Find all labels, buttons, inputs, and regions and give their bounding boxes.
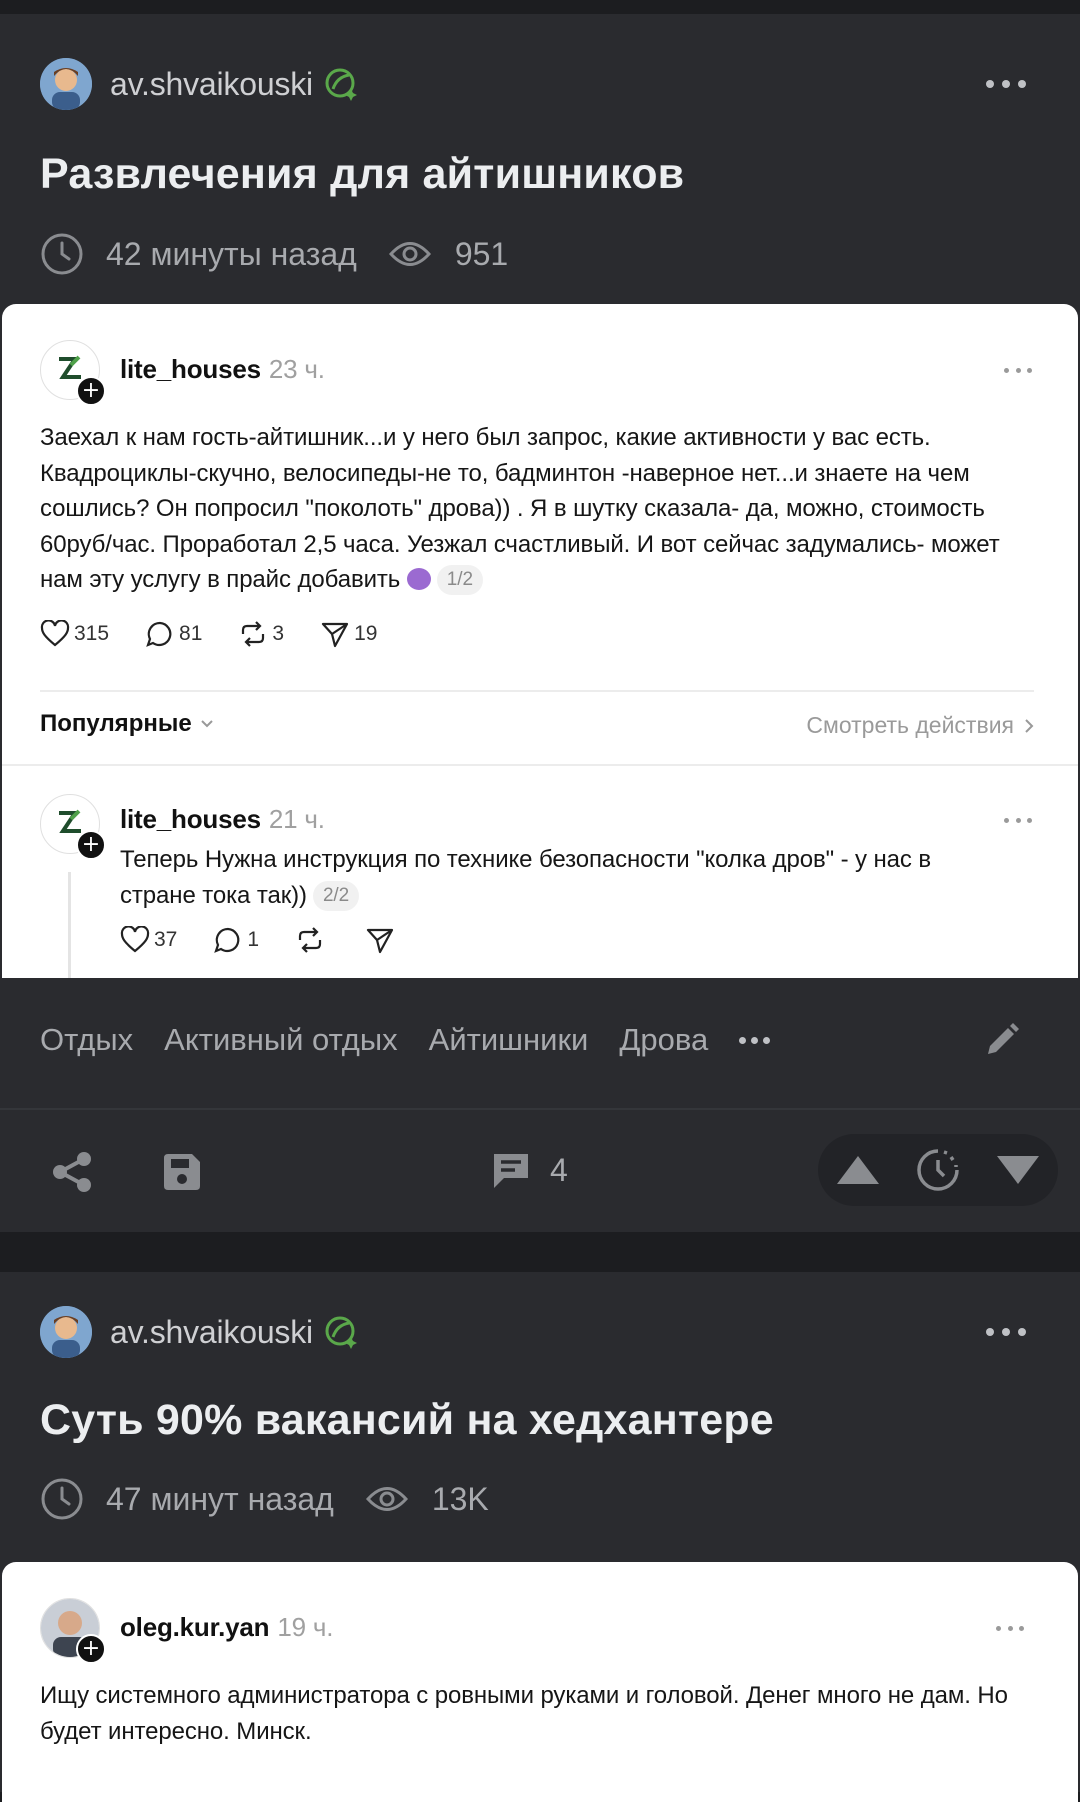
- chevron-right-icon: [1025, 718, 1034, 733]
- more-tags-button[interactable]: [739, 1036, 771, 1044]
- eye-icon: [365, 1487, 408, 1511]
- send-icon: [366, 928, 394, 954]
- post-title[interactable]: Суть 90% вакансий на хедхантере: [40, 1396, 774, 1445]
- repost-icon: [242, 621, 265, 647]
- reply-author[interactable]: lite_houses 21 ч.: [120, 804, 325, 835]
- post-time: 47 минут назад: [106, 1480, 334, 1517]
- reply-text: Теперь Нужна инструкция по технике безоп…: [120, 846, 932, 911]
- clock-icon: [41, 233, 83, 275]
- send-icon: [321, 622, 349, 648]
- divider: [40, 690, 1034, 692]
- view-actions-link[interactable]: Смотреть действия: [806, 712, 1034, 739]
- post-title[interactable]: Развлечения для айтишников: [40, 150, 684, 199]
- vote-box: [818, 1134, 1058, 1206]
- author-name[interactable]: av.shvaikouski: [110, 1314, 313, 1351]
- embed-stats: 315 81 3 19: [40, 620, 413, 648]
- page-pill: 2/2: [312, 880, 360, 911]
- embed-text: Заехал к нам гость-айтишник...и у него б…: [40, 424, 1000, 595]
- embed-time: 23 ч.: [268, 354, 325, 384]
- sort-dropdown[interactable]: Популярные: [40, 710, 214, 738]
- author-name[interactable]: av.shvaikouski: [110, 66, 313, 103]
- pencil-icon[interactable]: [982, 1020, 1022, 1060]
- follow-plus-icon[interactable]: +: [76, 1634, 106, 1664]
- reply-time: 21 ч.: [268, 804, 325, 834]
- embedded-thread: + lite_houses 23 ч. Заехал к нам гость-ай…: [2, 304, 1078, 978]
- comments-button[interactable]: 4: [490, 1150, 568, 1190]
- emoji-icon: [406, 568, 431, 590]
- follow-plus-icon[interactable]: +: [76, 376, 106, 406]
- share-icon[interactable]: [50, 1150, 94, 1194]
- heart-icon: [40, 620, 70, 647]
- reply-stats: 37 1: [120, 926, 435, 954]
- upvote-icon[interactable]: [835, 1153, 881, 1187]
- post-views: 951: [454, 235, 509, 272]
- comment-stat[interactable]: 81: [145, 620, 202, 648]
- embed-text: Ищу системного администратора с ровными …: [40, 1682, 1008, 1745]
- post-meta: 47 минут назад 13K: [40, 1474, 489, 1524]
- tag-list: Отдых Активный отдых Айтишники Дрова: [40, 1010, 801, 1070]
- like-stat[interactable]: 37: [120, 926, 177, 954]
- repost-icon: [298, 927, 322, 953]
- embed-menu-icon[interactable]: [996, 1626, 1024, 1632]
- thread-line: [68, 872, 71, 978]
- tag-item[interactable]: Активный отдых: [164, 1022, 398, 1058]
- author-avatar[interactable]: [40, 58, 92, 110]
- post-time: 42 минуты назад: [106, 235, 357, 272]
- embedded-thread: + oleg.kur.yan 19 ч. Ищу системного админ…: [2, 1562, 1078, 1802]
- repost-stat[interactable]: [295, 926, 329, 954]
- send-stat[interactable]: [365, 926, 399, 954]
- comments-icon: [494, 1154, 528, 1188]
- comment-icon: [214, 927, 240, 953]
- tag-item[interactable]: Айтишники: [429, 1022, 589, 1058]
- heart-icon: [120, 926, 150, 953]
- clock-icon: [41, 1478, 83, 1520]
- post-card: av.shvaikouski Суть 90% вакансий на хедх…: [0, 1272, 1080, 1802]
- embed-author[interactable]: oleg.kur.yan 19 ч.: [120, 1612, 333, 1643]
- embed-menu-icon[interactable]: [1004, 368, 1032, 374]
- embed-time: 19 ч.: [277, 1612, 334, 1642]
- eye-icon: [388, 242, 431, 266]
- leaf-badge-icon: [325, 1316, 357, 1349]
- page-pill: 1/2: [436, 565, 483, 595]
- post-meta: 42 минуты назад 951: [40, 229, 508, 279]
- post-views: 13K: [431, 1480, 489, 1517]
- tag-item[interactable]: Отдых: [40, 1022, 133, 1058]
- repost-stat[interactable]: 3: [238, 620, 284, 648]
- like-stat[interactable]: 315: [40, 620, 109, 648]
- post-menu-button[interactable]: [986, 1326, 1026, 1338]
- comment-stat[interactable]: 1: [213, 926, 259, 954]
- tag-item[interactable]: Дрова: [619, 1022, 708, 1058]
- post-action-bar: 4: [0, 1108, 1080, 1235]
- comment-icon: [146, 621, 172, 647]
- divider: [2, 764, 1078, 766]
- author-avatar[interactable]: [40, 1306, 92, 1358]
- leaf-badge-icon: [325, 68, 357, 101]
- post-menu-button[interactable]: [986, 78, 1026, 90]
- downvote-icon[interactable]: [995, 1153, 1041, 1187]
- reply-menu-icon[interactable]: [1004, 818, 1032, 824]
- post-author[interactable]: av.shvaikouski: [40, 1302, 361, 1362]
- save-icon[interactable]: [162, 1152, 202, 1192]
- follow-plus-icon[interactable]: +: [76, 830, 106, 860]
- post-card: av.shvaikouski Развлечения для айтишнико…: [0, 14, 1080, 1232]
- send-stat[interactable]: 19: [320, 620, 377, 648]
- post-author[interactable]: av.shvaikouski: [40, 54, 361, 114]
- embed-author[interactable]: lite_houses 23 ч.: [120, 354, 325, 385]
- timer-icon[interactable]: [916, 1148, 960, 1192]
- chevron-down-icon: [200, 720, 213, 728]
